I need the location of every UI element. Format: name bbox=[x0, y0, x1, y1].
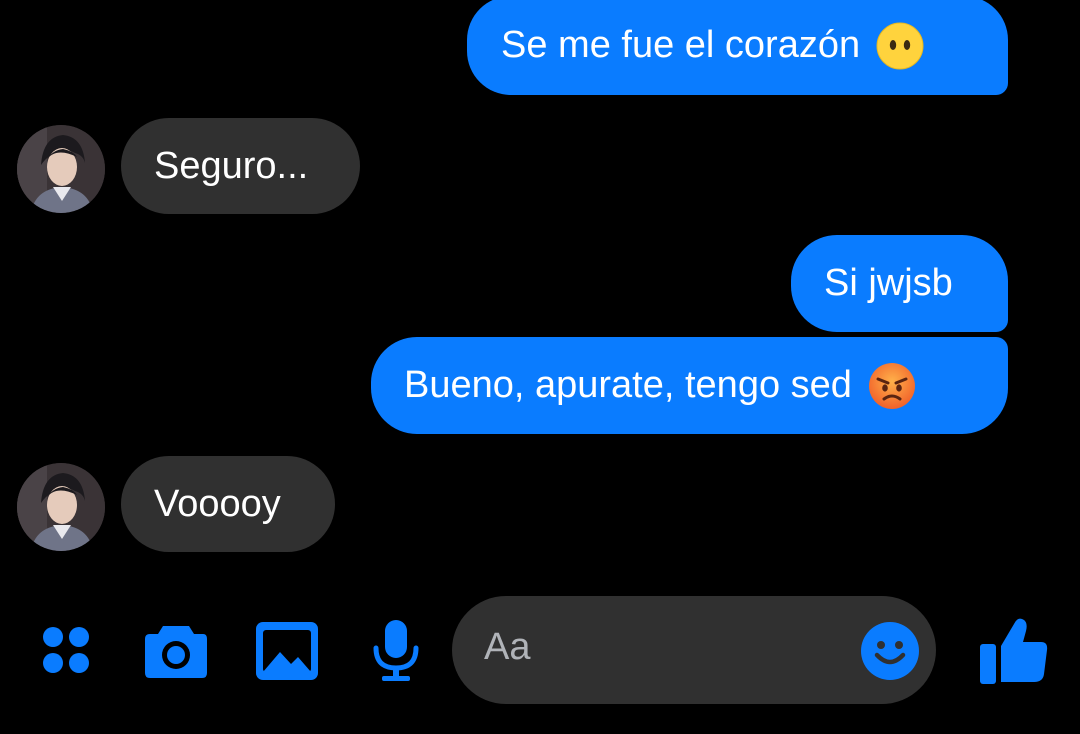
message-text: Se me fue el corazón bbox=[501, 24, 861, 66]
message-bubble-incoming[interactable]: Vooooy bbox=[121, 456, 335, 552]
message-bubble-outgoing[interactable]: Bueno, apurate, tengo sed bbox=[371, 337, 1008, 434]
message-input-placeholder: Aa bbox=[484, 626, 531, 668]
message-text: Seguro... bbox=[154, 144, 309, 187]
camera-icon[interactable] bbox=[143, 620, 209, 685]
angry-face-emoji bbox=[868, 362, 916, 410]
image-icon[interactable] bbox=[256, 622, 318, 685]
chat-screen: Se me fue el corazón Seguro... Si jwjsb bbox=[0, 0, 1080, 734]
message-bubble-outgoing[interactable]: Si jwjsb bbox=[791, 235, 1008, 332]
thumbs-up-icon[interactable] bbox=[978, 614, 1050, 691]
message-text: Bueno, apurate, tengo sed bbox=[404, 364, 852, 406]
message-text: Vooooy bbox=[154, 482, 281, 525]
message-bubble-outgoing[interactable]: Se me fue el corazón bbox=[467, 0, 1008, 95]
neutral-face-emoji bbox=[876, 22, 924, 70]
message-bubble-incoming[interactable]: Seguro... bbox=[121, 118, 360, 214]
emoji-icon[interactable] bbox=[860, 621, 920, 686]
menu-icon[interactable] bbox=[40, 624, 92, 681]
microphone-icon[interactable] bbox=[370, 620, 422, 689]
contact-avatar[interactable] bbox=[17, 125, 105, 213]
contact-avatar[interactable] bbox=[17, 463, 105, 551]
message-text: Si jwjsb bbox=[824, 262, 953, 304]
